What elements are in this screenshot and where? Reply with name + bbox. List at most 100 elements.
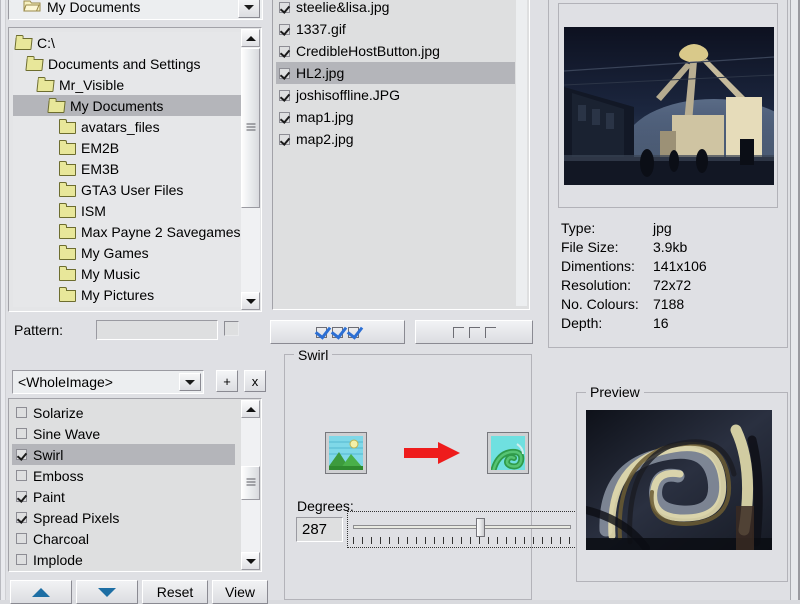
effect-list-item[interactable]: Spread Pixels	[12, 507, 235, 528]
file-list-item[interactable]: map2.jpg	[276, 128, 515, 150]
folder-tree[interactable]: C:\Documents and SettingsMr_VisibleMy Do…	[13, 32, 242, 307]
folder-tree-node[interactable]: Mr_Visible	[13, 74, 242, 95]
pattern-input[interactable]	[96, 320, 218, 340]
effects-list[interactable]: Solarize Sine Wave Swirl EmbossPaint Spread …	[12, 402, 235, 568]
degrees-slider[interactable]	[348, 512, 576, 547]
picture-detail-value: jpg	[653, 219, 672, 238]
delete-effect-set-button[interactable]: x	[244, 370, 266, 392]
triangle-up-icon	[32, 588, 50, 597]
open-folder-icon	[48, 99, 67, 113]
move-down-button[interactable]	[76, 580, 138, 604]
picture-detail-row: Type:jpg	[561, 219, 707, 238]
picture-detail-row: No. Colours:7188	[561, 295, 707, 314]
effects-scroll-down-button[interactable]	[241, 552, 260, 570]
folder-tree-node[interactable]: EM3B	[13, 158, 242, 179]
checked-checkbox-icon[interactable]	[16, 491, 27, 502]
folder-path-value: My Documents	[47, 0, 140, 15]
unchecked-checkbox-icon[interactable]	[16, 533, 27, 544]
degrees-input[interactable]: 287	[296, 517, 343, 542]
checked-checkbox-icon[interactable]	[279, 24, 290, 35]
caret-up-icon	[246, 36, 256, 41]
effect-set-combo[interactable]: <WholeImage>	[12, 370, 204, 394]
open-folder-icon	[15, 36, 34, 50]
window-right-edge	[790, 0, 800, 600]
effect-set-dropdown-button[interactable]	[179, 373, 201, 391]
check-all-button[interactable]	[270, 320, 405, 344]
folder-tree-scroll-thumb[interactable]	[241, 48, 260, 208]
folder-tree-node[interactable]: My Documents	[13, 95, 242, 116]
picture-detail-key: File Size:	[561, 238, 653, 257]
open-folder-icon	[23, 0, 41, 16]
empty-box-icon	[485, 327, 496, 338]
add-effect-set-button[interactable]: +	[216, 370, 238, 392]
unchecked-checkbox-icon[interactable]	[16, 428, 27, 439]
folder-tree-node-label: Max Payne 2 Savegames	[81, 224, 241, 240]
picture-detail-row: File Size:3.9kb	[561, 238, 707, 257]
empty-box-icon	[453, 327, 464, 338]
effects-scroll-thumb[interactable]	[241, 466, 260, 500]
checked-checkbox-icon[interactable]	[16, 449, 27, 460]
effect-list-item[interactable]: Solarize	[12, 402, 235, 423]
effects-list-scrollbar[interactable]	[241, 400, 260, 570]
slider-thumb[interactable]	[476, 518, 485, 537]
folder-tree-node-label: My Music	[81, 266, 140, 282]
view-button[interactable]: View	[212, 580, 268, 604]
folder-tree-node[interactable]: Max Payne 2 Savegames	[13, 221, 242, 242]
folder-tree-scrollbar[interactable]	[241, 29, 260, 310]
preview-group-title: Preview	[586, 384, 644, 400]
checked-checkbox-icon[interactable]	[279, 112, 290, 123]
effect-list-item[interactable]: Implode	[12, 549, 235, 568]
checked-checkbox-icon[interactable]	[279, 90, 290, 101]
effect-list-item[interactable]: Charcoal	[12, 528, 235, 549]
file-list-item[interactable]: 1337.gif	[276, 18, 515, 40]
file-list-item[interactable]: CredibleHostButton.jpg	[276, 40, 515, 62]
effect-label: Solarize	[33, 405, 84, 421]
effect-label: Spread Pixels	[33, 510, 119, 526]
checked-checkbox-icon[interactable]	[279, 68, 290, 79]
file-list-item[interactable]: joshisoffline.JPG	[276, 84, 515, 106]
folder-tree-scroll-down-button[interactable]	[241, 292, 260, 310]
folder-tree-node[interactable]: My Music	[13, 263, 242, 284]
checked-checkbox-icon[interactable]	[279, 2, 290, 13]
folder-tree-node[interactable]: EM2B	[13, 137, 242, 158]
uncheck-all-button[interactable]	[415, 320, 533, 344]
file-name-label: map1.jpg	[296, 109, 354, 125]
checked-checkbox-icon[interactable]	[16, 512, 27, 523]
pattern-checkbox[interactable]	[224, 321, 239, 336]
caret-down-icon	[246, 559, 256, 564]
folder-icon	[59, 267, 78, 281]
folder-tree-node[interactable]: My Games	[13, 242, 242, 263]
move-up-button[interactable]	[10, 580, 72, 604]
effect-list-item[interactable]: Paint	[12, 486, 235, 507]
picture-detail-value: 3.9kb	[653, 238, 687, 257]
checked-checkbox-icon[interactable]	[279, 46, 290, 57]
checked-checkbox-icon[interactable]	[279, 134, 290, 145]
file-list[interactable]: steelie&lisa.jpg1337.gifCredibleHostButt…	[276, 0, 515, 306]
reset-button[interactable]: Reset	[142, 580, 208, 604]
file-list-item[interactable]: map1.jpg	[276, 106, 515, 128]
file-list-scrollbar[interactable]	[516, 0, 527, 306]
folder-tree-node[interactable]: Documents and Settings	[13, 53, 242, 74]
folder-tree-scroll-up-button[interactable]	[241, 29, 260, 47]
folder-tree-node[interactable]: My Pictures	[13, 284, 242, 305]
folder-path-combo[interactable]: My Documents	[8, 0, 263, 20]
folder-path-dropdown-button[interactable]	[238, 0, 260, 18]
slider-track	[353, 525, 571, 529]
folder-tree-node[interactable]: avatars_files	[13, 116, 242, 137]
folder-tree-node-label: My Games	[81, 245, 149, 261]
effect-label: Swirl	[33, 447, 63, 463]
folder-tree-node[interactable]: C:\	[13, 32, 242, 53]
unchecked-checkbox-icon[interactable]	[16, 407, 27, 418]
folder-tree-node[interactable]: ISM	[13, 200, 242, 221]
folder-tree-node[interactable]: GTA3 User Files	[13, 179, 242, 200]
effects-scroll-up-button[interactable]	[241, 400, 260, 418]
effect-list-item[interactable]: Swirl	[12, 444, 235, 465]
file-list-item[interactable]: HL2.jpg	[276, 62, 515, 84]
unchecked-checkbox-icon[interactable]	[16, 554, 27, 565]
effect-list-item[interactable]: Emboss	[12, 465, 235, 486]
effect-list-item[interactable]: Sine Wave	[12, 423, 235, 444]
caret-down-icon	[246, 299, 256, 304]
degrees-label: Degrees:	[297, 498, 354, 514]
file-list-item[interactable]: steelie&lisa.jpg	[276, 0, 515, 18]
unchecked-checkbox-icon[interactable]	[16, 470, 27, 481]
